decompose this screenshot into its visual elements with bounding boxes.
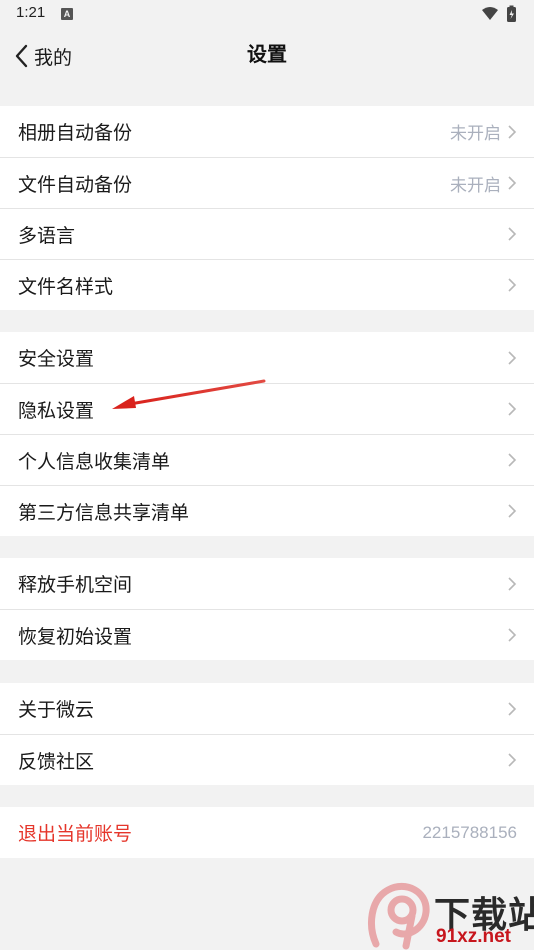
chevron-right-icon xyxy=(508,278,517,292)
settings-item-language[interactable]: 多语言 xyxy=(0,208,534,259)
status-icons xyxy=(480,5,520,23)
watermark-url: 91xz.net xyxy=(436,926,511,947)
settings-item-personal-info-list[interactable]: 个人信息收集清单 xyxy=(0,434,534,485)
logout-button[interactable]: 退出当前账号 2215788156 xyxy=(0,807,534,858)
account-id: 2215788156 xyxy=(422,822,517,842)
chevron-right-icon xyxy=(508,124,517,139)
settings-item-label: 释放手机空间 xyxy=(18,574,133,596)
settings-group-privacy: 安全设置 隐私设置 个人信息收集清单 第三方信息共享清单 xyxy=(0,332,534,536)
notification-icon: A xyxy=(61,8,73,20)
back-label: 我的 xyxy=(34,46,73,69)
chevron-left-icon xyxy=(15,44,28,68)
settings-item-free-space[interactable]: 释放手机空间 xyxy=(0,558,534,609)
settings-group-storage: 释放手机空间 恢复初始设置 xyxy=(0,558,534,660)
settings-item-label: 多语言 xyxy=(18,224,76,247)
settings-item-third-party-list[interactable]: 第三方信息共享清单 xyxy=(0,485,534,536)
settings-item-label: 反馈社区 xyxy=(18,750,95,773)
settings-group-backup: 相册自动备份 未开启 文件自动备份 未开启 多语言 文件名样式 xyxy=(0,106,534,310)
settings-group-account: 退出当前账号 2215788156 xyxy=(0,807,534,858)
watermark: 下载站 91xz.net xyxy=(366,882,534,950)
settings-item-label: 文件名样式 xyxy=(18,275,114,298)
chevron-right-icon xyxy=(508,402,517,416)
chevron-right-icon xyxy=(508,227,517,241)
settings-item-about[interactable]: 关于微云 xyxy=(0,683,534,734)
settings-item-label: 隐私设置 xyxy=(18,399,95,422)
settings-item-label: 安全设置 xyxy=(18,348,95,370)
settings-item-privacy[interactable]: 隐私设置 xyxy=(0,383,534,434)
settings-item-filename-style[interactable]: 文件名样式 xyxy=(0,259,534,310)
header: 我的 设置 xyxy=(0,28,534,84)
status-time: 1:21 xyxy=(16,4,46,21)
chevron-right-icon xyxy=(508,576,517,591)
chevron-right-icon xyxy=(508,176,517,190)
settings-item-value: 未开启 xyxy=(450,175,501,196)
watermark-logo-icon xyxy=(368,882,430,950)
page-title: 设置 xyxy=(247,42,287,66)
settings-item-value: 未开启 xyxy=(450,124,501,144)
logout-label: 退出当前账号 xyxy=(18,823,133,845)
settings-item-album-backup[interactable]: 相册自动备份 未开启 xyxy=(0,106,534,157)
settings-item-reset[interactable]: 恢复初始设置 xyxy=(0,609,534,660)
wifi-icon xyxy=(482,7,498,20)
settings-item-feedback[interactable]: 反馈社区 xyxy=(0,734,534,785)
settings-item-security[interactable]: 安全设置 xyxy=(0,332,534,383)
settings-group-about: 关于微云 反馈社区 xyxy=(0,683,534,785)
chevron-right-icon xyxy=(508,753,517,767)
settings-item-label: 恢复初始设置 xyxy=(18,625,133,648)
settings-item-file-backup[interactable]: 文件自动备份 未开启 xyxy=(0,157,534,208)
chevron-right-icon xyxy=(508,701,517,716)
chevron-right-icon xyxy=(508,628,517,642)
wifi-battery-icon xyxy=(482,5,516,22)
settings-item-label: 个人信息收集清单 xyxy=(18,450,171,473)
settings-item-label: 相册自动备份 xyxy=(18,122,133,144)
back-button[interactable]: 我的 xyxy=(14,28,72,84)
settings-item-label: 文件自动备份 xyxy=(18,173,133,196)
settings-item-label: 关于微云 xyxy=(18,699,95,721)
settings-item-label: 第三方信息共享清单 xyxy=(18,501,190,524)
chevron-right-icon xyxy=(508,350,517,365)
chevron-right-icon xyxy=(508,453,517,467)
chevron-right-icon xyxy=(508,504,517,518)
status-bar: 1:21 A xyxy=(0,0,534,28)
